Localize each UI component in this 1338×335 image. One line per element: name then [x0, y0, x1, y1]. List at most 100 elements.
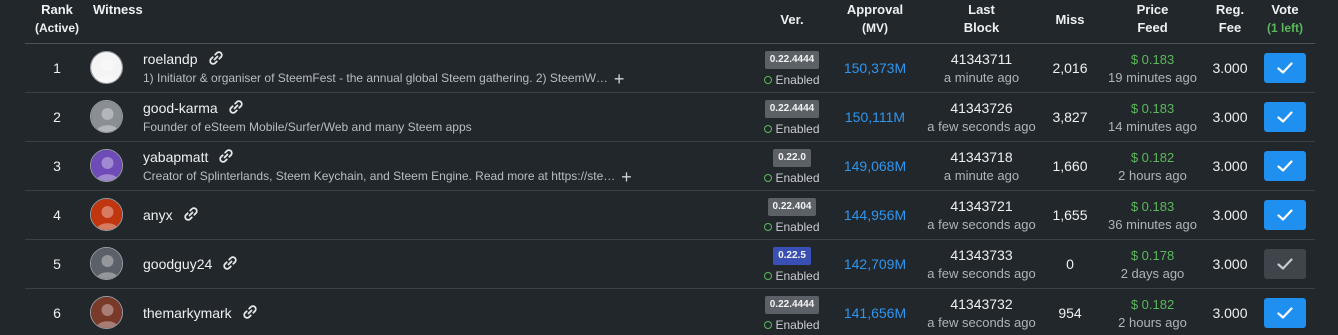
link-icon[interactable] [218, 148, 234, 167]
avatar[interactable] [90, 100, 123, 133]
last-block-cell: 41343733 a few seconds ago [923, 239, 1040, 289]
check-icon [1277, 306, 1293, 319]
header-miss[interactable]: Miss [1040, 0, 1100, 44]
avatar[interactable] [90, 198, 123, 231]
link-icon[interactable] [222, 255, 238, 274]
approval-cell: 149,068M [827, 141, 923, 191]
rank-value: 3 [53, 158, 61, 174]
header-reg-fee[interactable]: Reg. Fee [1205, 0, 1255, 44]
block-time: a minute ago [943, 168, 1020, 183]
last-block-cell: 41343711 a minute ago [923, 43, 1040, 93]
witness-name-wrap: roelandp [143, 50, 224, 69]
last-block-cell: 41343732 a few seconds ago [923, 288, 1040, 335]
link-icon[interactable] [183, 206, 199, 225]
witness-name[interactable]: anyx [143, 207, 173, 223]
status-label: Enabled [757, 171, 827, 185]
approval-value[interactable]: 149,068M [844, 158, 906, 174]
plus-icon[interactable]: + [621, 168, 632, 186]
vote-button[interactable] [1264, 52, 1306, 83]
block-number[interactable]: 41343726 [923, 100, 1040, 116]
miss-cell: 0 [1040, 239, 1100, 289]
status-label: Enabled [757, 269, 827, 283]
witness-name[interactable]: good-karma [143, 100, 218, 116]
vote-button[interactable] [1264, 150, 1306, 181]
approval-value[interactable]: 144,956M [844, 207, 906, 223]
avatar-image [91, 199, 122, 230]
status-text: Enabled [775, 317, 820, 332]
version-badge: 0.22.5 [773, 246, 811, 265]
block-time: a few seconds ago [927, 119, 1036, 134]
miss-cell: 2,016 [1040, 43, 1100, 93]
vote-button[interactable] [1264, 101, 1306, 132]
status-text: Enabled [775, 72, 820, 87]
witness-name-wrap: themarkymark [143, 304, 258, 323]
avatar[interactable] [90, 149, 123, 182]
circle-icon [764, 320, 773, 329]
price-value: $ 0.178 [1130, 247, 1175, 263]
vote-button[interactable] [1264, 248, 1306, 279]
version-badge: 0.22.4444 [764, 99, 820, 118]
witness-description: Founder of eSteem Mobile/Surfer/Web and … [143, 120, 472, 134]
header-last-block[interactable]: Last Block [923, 0, 1040, 44]
check-icon [1277, 110, 1293, 123]
header-witness[interactable]: Witness [89, 0, 757, 44]
miss-value: 3,827 [1052, 109, 1088, 125]
reg-fee-value: 3.000 [1212, 60, 1248, 76]
description-text: 1) Initiator & organiser of SteemFest - … [143, 71, 608, 85]
avatar[interactable] [90, 51, 123, 84]
vote-button[interactable] [1264, 297, 1306, 328]
circle-icon [764, 124, 773, 133]
avatar-image [91, 101, 122, 132]
witness-name-wrap: goodguy24 [143, 255, 238, 274]
plus-icon[interactable]: + [614, 70, 625, 88]
link-icon[interactable] [228, 99, 244, 118]
header-version[interactable]: Ver. [757, 0, 827, 44]
rank-cell: 6 [25, 288, 89, 335]
circle-icon [764, 75, 773, 84]
price-feed-cell: $ 0.182 2 hours ago [1100, 288, 1205, 335]
approval-value[interactable]: 150,373M [844, 60, 906, 76]
rank-value: 5 [53, 256, 61, 272]
table-row: 2 good-karma Founder of eSteem Mobile/Su… [25, 92, 1315, 142]
avatar[interactable] [90, 247, 123, 280]
header-approval[interactable]: Approval (MV) [827, 0, 923, 44]
avatar[interactable] [90, 296, 123, 329]
miss-value: 1,660 [1052, 158, 1088, 174]
approval-value[interactable]: 141,656M [844, 305, 906, 321]
price-time: 19 minutes ago [1108, 69, 1197, 85]
version-badge: 0.22.4444 [764, 50, 820, 69]
witness-rows: 1 roelandp 1) Initiator & organiser of S… [25, 43, 1315, 335]
block-number[interactable]: 41343732 [923, 296, 1040, 312]
header-price-feed[interactable]: Price Feed [1100, 0, 1205, 44]
header-rank[interactable]: Rank (Active) [25, 0, 89, 44]
block-time: a minute ago [943, 70, 1020, 85]
witness-name[interactable]: yabapmatt [143, 149, 208, 165]
block-number[interactable]: 41343711 [923, 51, 1040, 67]
witness-table-panel: Rank (Active) Witness Ver. Approval (MV) [25, 0, 1315, 335]
vote-button[interactable] [1264, 199, 1306, 230]
table-row: 4 anyx 0.22.404 Enabled 144,956M 4134372… [25, 190, 1315, 240]
link-icon[interactable] [208, 50, 224, 69]
price-time: 2 hours ago [1118, 167, 1187, 183]
witness-name[interactable]: themarkymark [143, 305, 232, 321]
vote-cell [1255, 92, 1315, 142]
version-cell: 0.22.4444 Enabled [757, 92, 827, 142]
reg-fee-cell: 3.000 [1205, 190, 1255, 240]
version-cell: 0.22.4444 Enabled [757, 288, 827, 335]
approval-value[interactable]: 150,111M [845, 109, 905, 125]
approval-value[interactable]: 142,709M [844, 256, 906, 272]
link-icon[interactable] [242, 304, 258, 323]
price-time: 2 days ago [1120, 265, 1185, 281]
rank-cell: 3 [25, 141, 89, 191]
vote-cell [1255, 43, 1315, 93]
circle-icon [764, 271, 773, 280]
witness-name[interactable]: roelandp [143, 51, 198, 67]
reg-fee-value: 3.000 [1212, 305, 1248, 321]
block-number[interactable]: 41343733 [923, 247, 1040, 263]
block-number[interactable]: 41343721 [923, 198, 1040, 214]
approval-cell: 141,656M [827, 288, 923, 335]
reg-fee-value: 3.000 [1212, 256, 1248, 272]
witness-name-wrap: yabapmatt [143, 148, 234, 167]
block-number[interactable]: 41343718 [923, 149, 1040, 165]
witness-name[interactable]: goodguy24 [143, 256, 212, 272]
